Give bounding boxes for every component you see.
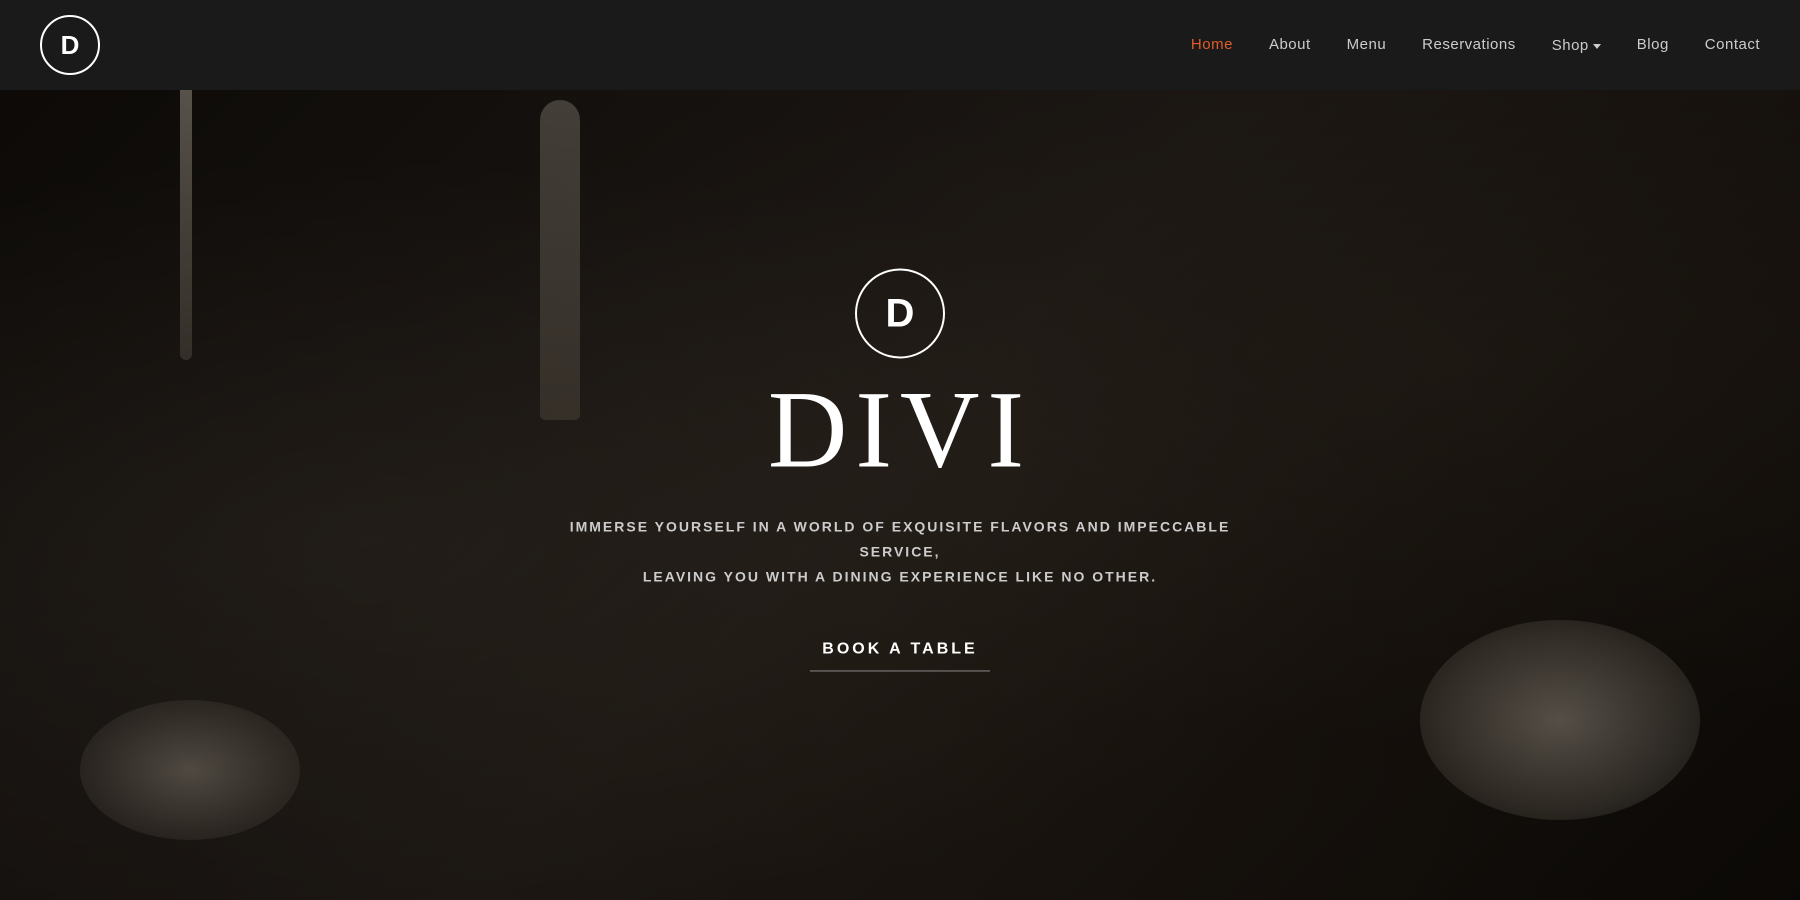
nav-logo-letter: D	[61, 30, 80, 61]
nav-link-home[interactable]: Home	[1191, 36, 1233, 53]
nav-link-menu[interactable]: Menu	[1347, 36, 1387, 53]
nav-item-contact[interactable]: Contact	[1705, 36, 1760, 54]
nav-link-reservations[interactable]: Reservations	[1422, 36, 1516, 53]
nav-logo[interactable]: D	[40, 15, 100, 75]
nav-item-menu[interactable]: Menu	[1347, 36, 1387, 54]
table-decoration-left	[80, 700, 300, 840]
hero-section: D DIVI IMMERSE YOURSELF IN A WORLD OF EX…	[0, 0, 1800, 900]
nav-links: Home About Menu Reservations Shop Blog C…	[1191, 36, 1760, 54]
nav-item-blog[interactable]: Blog	[1637, 36, 1669, 54]
hero-subtitle: IMMERSE YOURSELF IN A WORLD OF EXQUISITE…	[540, 514, 1260, 590]
nav-link-contact[interactable]: Contact	[1705, 36, 1760, 53]
nav-item-home[interactable]: Home	[1191, 36, 1233, 54]
hero-content: D DIVI IMMERSE YOURSELF IN A WORLD OF EX…	[540, 268, 1260, 671]
nav-link-shop[interactable]: Shop	[1552, 37, 1601, 54]
hero-logo-letter: D	[886, 291, 915, 336]
nav-link-about[interactable]: About	[1269, 36, 1311, 53]
chevron-down-icon	[1593, 44, 1601, 49]
book-table-button[interactable]: BOOK A TABLE	[810, 640, 990, 672]
table-decoration-right	[1420, 620, 1700, 820]
nav-item-about[interactable]: About	[1269, 36, 1311, 54]
book-table-underline	[810, 670, 990, 672]
hero-title: DIVI	[768, 374, 1032, 484]
nav-item-reservations[interactable]: Reservations	[1422, 36, 1516, 54]
nav-item-shop[interactable]: Shop	[1552, 37, 1601, 54]
book-table-label: BOOK A TABLE	[822, 640, 977, 658]
navbar: D Home About Menu Reservations Shop Blog…	[0, 0, 1800, 90]
candle-decoration	[180, 80, 192, 360]
hero-logo: D	[855, 268, 945, 358]
nav-link-blog[interactable]: Blog	[1637, 36, 1669, 53]
